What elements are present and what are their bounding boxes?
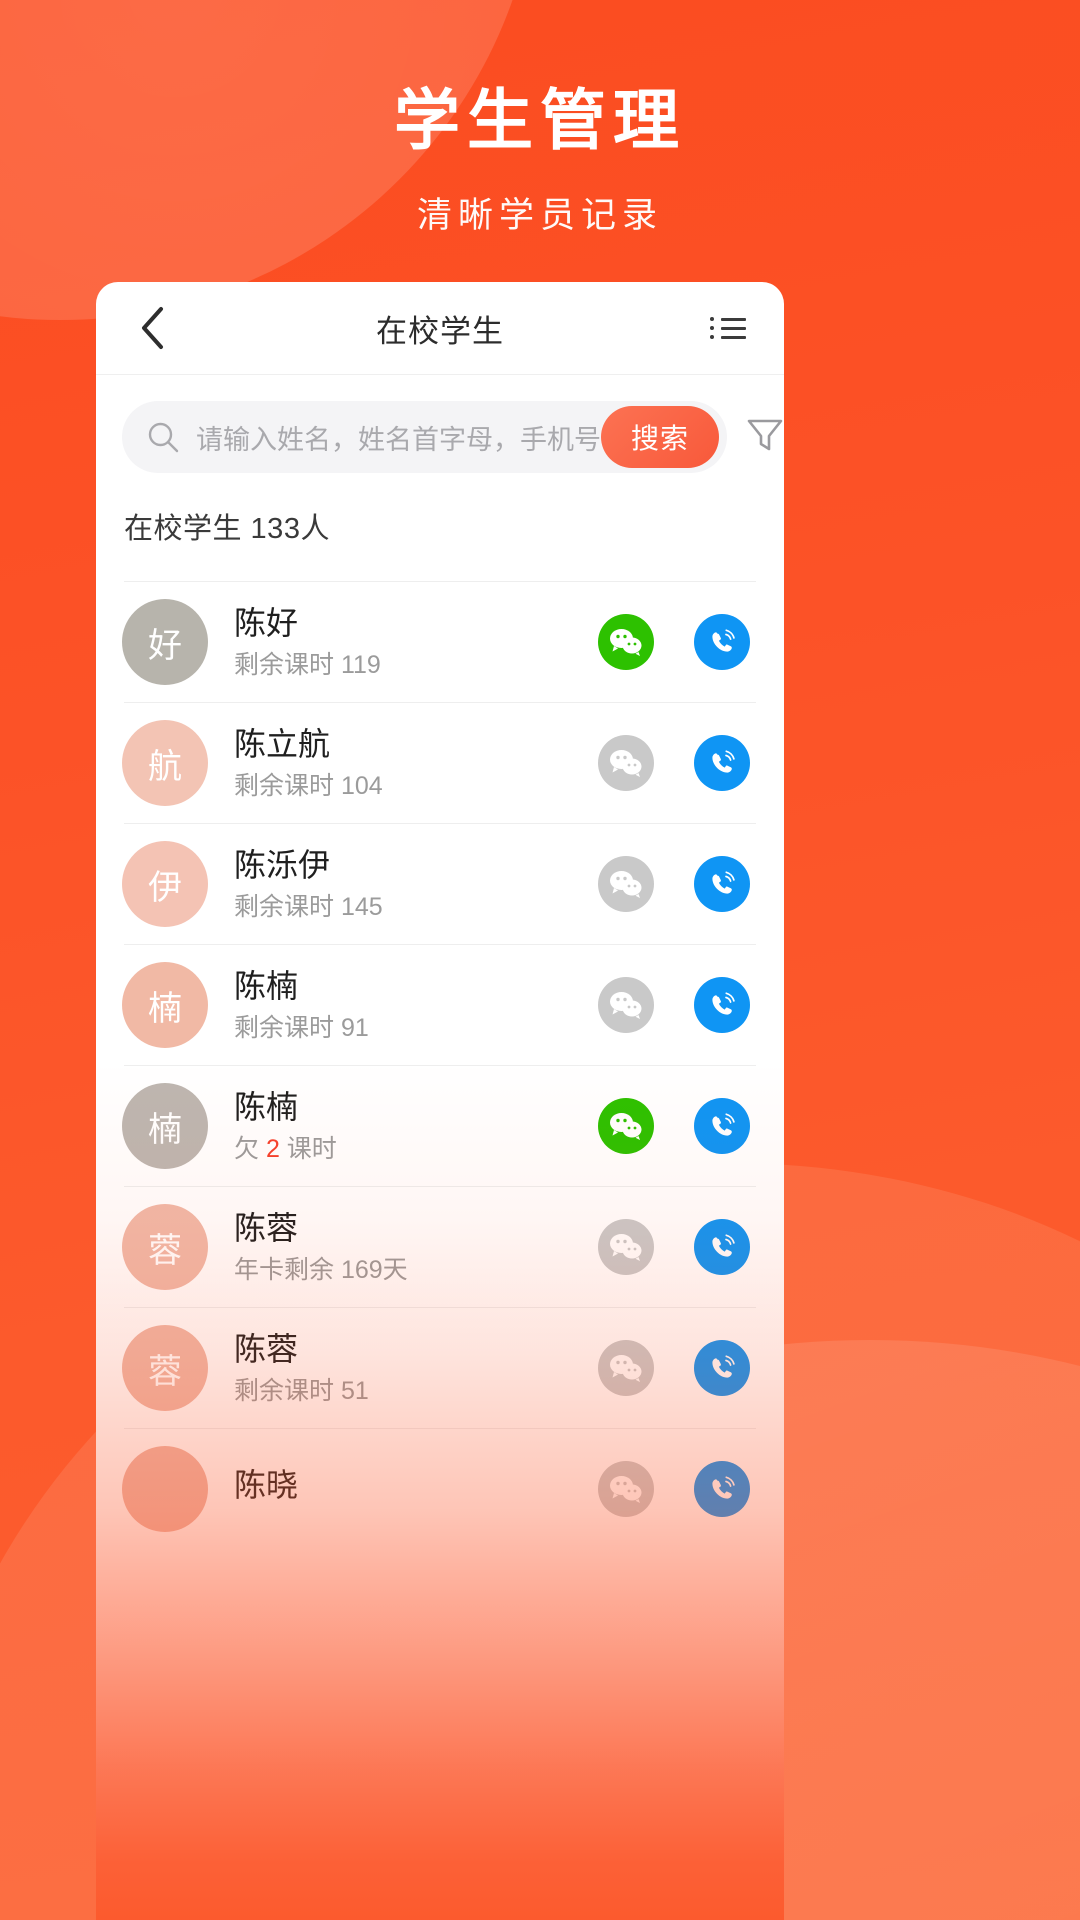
search-button[interactable]: 搜索 xyxy=(601,406,719,468)
student-count-label: 在校学生 133人 xyxy=(124,513,330,545)
wechat-icon[interactable] xyxy=(598,1098,654,1154)
student-name: 陈好 xyxy=(234,604,299,641)
phone-call-icon[interactable] xyxy=(694,735,750,791)
student-name: 陈蓉 xyxy=(234,1330,299,1367)
phone-call-icon[interactable] xyxy=(694,977,750,1033)
student-balance: 剩余课时 119 xyxy=(234,651,381,680)
student-name: 陈泺伊 xyxy=(234,846,331,883)
page-title: 学生管理 xyxy=(394,83,686,157)
row-actions xyxy=(598,1461,750,1517)
student-row[interactable]: 楠陈楠剩余课时 91 xyxy=(122,944,756,1065)
student-info: 陈蓉年卡剩余 169天 xyxy=(234,1209,598,1285)
student-balance: 剩余课时 104 xyxy=(234,772,383,801)
navbar-title: 在校学生 xyxy=(376,313,504,349)
avatar: 蓉 xyxy=(122,1325,208,1411)
student-row[interactable]: 蓉陈蓉年卡剩余 169天 xyxy=(122,1186,756,1307)
student-name: 陈楠 xyxy=(234,967,299,1004)
avatar: 楠 xyxy=(122,1083,208,1169)
student-name: 陈晓 xyxy=(234,1466,299,1503)
filter-funnel-icon xyxy=(743,413,784,462)
summary-row: 在校学生 133人 xyxy=(96,495,784,547)
student-info: 陈好剩余课时 119 xyxy=(234,604,598,680)
wechat-icon[interactable] xyxy=(598,1461,654,1517)
row-actions xyxy=(598,977,750,1033)
student-name: 陈蓉 xyxy=(234,1209,299,1246)
avatar: 好 xyxy=(122,599,208,685)
row-actions xyxy=(598,1340,750,1396)
student-row[interactable]: 陈晓 xyxy=(122,1428,756,1549)
student-info: 陈晓 xyxy=(234,1466,598,1512)
phone-call-icon[interactable] xyxy=(694,1098,750,1154)
app-navbar: 在校学生 xyxy=(96,282,784,374)
row-actions xyxy=(598,614,750,670)
list-menu-button[interactable] xyxy=(700,300,756,356)
phone-call-icon[interactable] xyxy=(694,614,750,670)
student-row[interactable]: 蓉陈蓉剩余课时 51 xyxy=(122,1307,756,1428)
student-row[interactable]: 楠陈楠欠 2 课时 xyxy=(122,1065,756,1186)
avatar: 航 xyxy=(122,720,208,806)
student-name: 陈立航 xyxy=(234,725,331,762)
wechat-icon[interactable] xyxy=(598,614,654,670)
avatar xyxy=(122,1446,208,1532)
student-info: 陈立航剩余课时 104 xyxy=(234,725,598,801)
student-balance: 欠 2 课时 xyxy=(234,1135,337,1164)
student-info: 陈楠剩余课时 91 xyxy=(234,967,598,1043)
wechat-icon[interactable] xyxy=(598,977,654,1033)
student-balance: 剩余课时 145 xyxy=(234,893,383,922)
search-input[interactable]: 请输入姓名，姓名首字母，手机号 搜索 xyxy=(122,401,727,473)
student-row[interactable]: 航陈立航剩余课时 104 xyxy=(122,702,756,823)
student-list: 好陈好 剩余课时 119 航陈立航 剩余课时 104 伊陈泺伊 剩余课时 145 楠陈… xyxy=(96,581,784,1549)
row-actions xyxy=(598,735,750,791)
wechat-icon[interactable] xyxy=(598,735,654,791)
list-menu-icon xyxy=(710,312,746,344)
back-button[interactable] xyxy=(124,300,180,356)
student-name: 陈楠 xyxy=(234,1088,299,1125)
phone-call-icon[interactable] xyxy=(694,856,750,912)
row-actions xyxy=(598,1098,750,1154)
filter-button[interactable] xyxy=(743,411,784,463)
wechat-icon[interactable] xyxy=(598,856,654,912)
student-balance: 年卡剩余 169天 xyxy=(234,1256,408,1285)
phone-call-icon[interactable] xyxy=(694,1219,750,1275)
student-row[interactable]: 好陈好剩余课时 119 xyxy=(122,581,756,702)
student-info: 陈泺伊剩余课时 145 xyxy=(234,846,598,922)
student-balance: 剩余课时 91 xyxy=(234,1014,369,1043)
search-input-placeholder: 请输入姓名，姓名首字母，手机号 xyxy=(196,424,601,455)
wechat-icon[interactable] xyxy=(598,1219,654,1275)
wechat-icon[interactable] xyxy=(598,1340,654,1396)
avatar: 蓉 xyxy=(122,1204,208,1290)
search-row: 请输入姓名，姓名首字母，手机号 搜索 xyxy=(96,375,784,495)
search-icon xyxy=(146,420,180,454)
avatar: 伊 xyxy=(122,841,208,927)
row-actions xyxy=(598,1219,750,1275)
hero-section: 学生管理 清晰学员记录 xyxy=(0,0,1080,238)
phone-preview-card: 在校学生 请输入姓名，姓名首字母，手机号 搜索 在校学生 133人 好 陈好 剩… xyxy=(96,282,784,1920)
row-actions xyxy=(598,856,750,912)
student-info: 陈蓉剩余课时 51 xyxy=(234,1330,598,1406)
student-row[interactable]: 伊陈泺伊剩余课时 145 xyxy=(122,823,756,944)
page-subtitle: 清晰学员记录 xyxy=(416,195,663,235)
student-info: 陈楠欠 2 课时 xyxy=(234,1088,598,1164)
student-balance: 剩余课时 51 xyxy=(234,1377,369,1406)
phone-call-icon[interactable] xyxy=(694,1461,750,1517)
avatar: 楠 xyxy=(122,962,208,1048)
chevron-left-icon xyxy=(139,306,165,350)
balance-highlight: 2 xyxy=(265,1135,280,1164)
phone-call-icon[interactable] xyxy=(694,1340,750,1396)
